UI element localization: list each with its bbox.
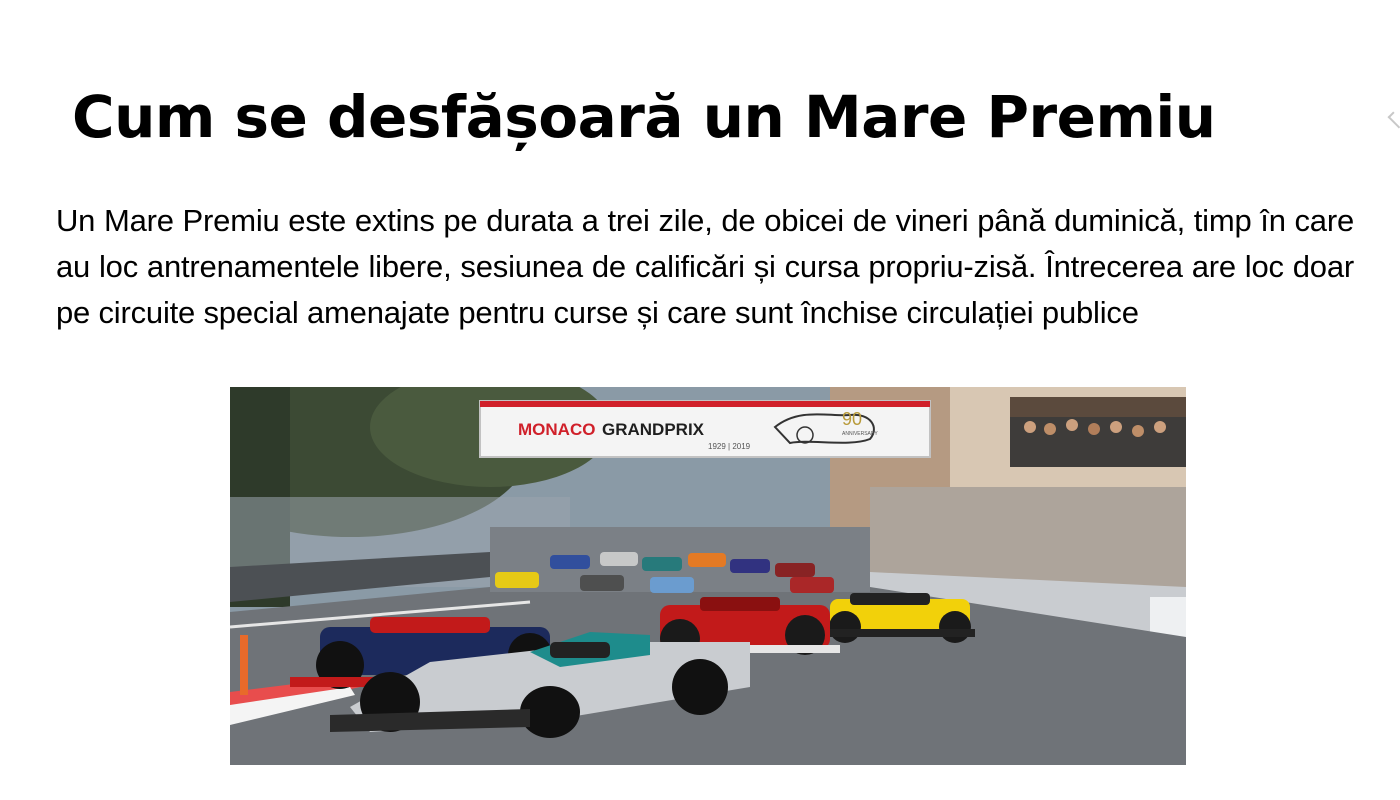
- banner-anniversary-label: ANNIVERSARY: [842, 431, 878, 437]
- edge-arrow-icon: [1387, 111, 1400, 129]
- banner-anniversary-number: 90: [842, 409, 862, 429]
- slide-title: Cum se desfășoară un Mare Premiu: [72, 83, 1216, 151]
- slide-body-text: Un Mare Premiu este extins pe durata a t…: [56, 203, 1354, 330]
- slide: Cum se desfășoară un Mare Premiu Un Mare…: [0, 0, 1400, 800]
- crowd: [1010, 417, 1186, 467]
- renault-car: [815, 593, 975, 643]
- banner-monaco-text: MONACO: [518, 420, 595, 439]
- banner-grandprix-text: GRANDPRIX: [602, 420, 705, 439]
- banner-years-text: 1929 | 2019: [708, 442, 751, 451]
- race-start-photo: MONACO GRANDPRIX 1929 | 2019 90 ANNIVERS…: [230, 387, 1186, 765]
